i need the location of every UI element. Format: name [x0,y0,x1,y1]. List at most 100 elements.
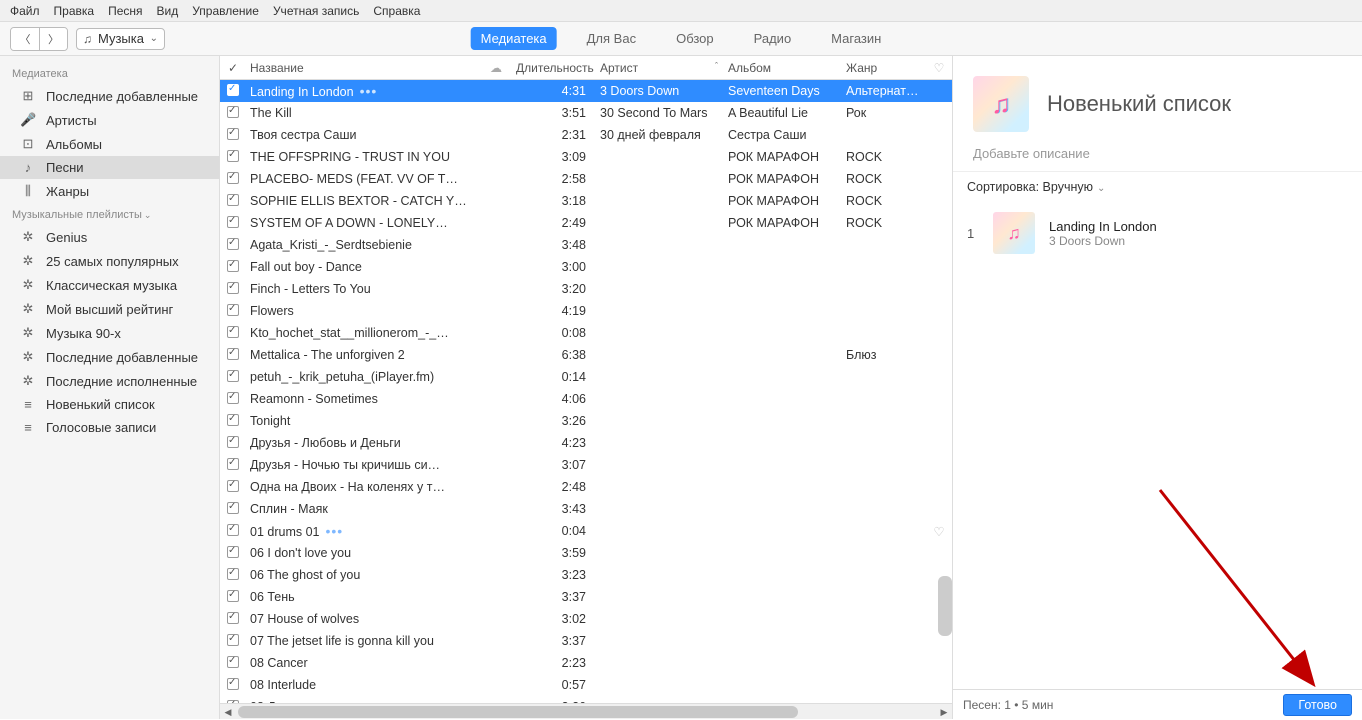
track-check[interactable] [220,480,246,495]
track-row[interactable]: Fall out boy - Dance3:00 [220,256,952,278]
track-row[interactable]: Mettalica - The unforgiven 26:38Блюз [220,344,952,366]
track-list[interactable]: Landing In London•••4:313 Doors DownSeve… [220,80,952,703]
track-check[interactable] [220,634,246,649]
track-row[interactable]: 07 House of wolves3:02 [220,608,952,630]
playlist-item[interactable]: 1♫Landing In London3 Doors Down [967,208,1348,258]
playlist-description[interactable]: Добавьте описание [953,146,1362,172]
track-row[interactable]: Reamonn - Sometimes4:06 [220,388,952,410]
menu-file[interactable]: Файл [10,4,40,18]
track-check[interactable] [220,656,246,671]
col-check[interactable]: ✓ [220,61,246,75]
track-row[interactable]: 08 Interlude0:57 [220,674,952,696]
col-heart-icon[interactable]: ♡ [926,61,952,75]
track-check[interactable] [220,458,246,473]
menu-edit[interactable]: Правка [54,4,95,18]
track-check[interactable] [220,502,246,517]
sidebar-item[interactable]: ✲25 самых популярных [0,249,219,273]
track-check[interactable] [220,128,246,143]
track-check[interactable] [220,414,246,429]
track-check[interactable] [220,106,246,121]
tab-store[interactable]: Магазин [821,27,891,50]
track-check[interactable] [220,216,246,231]
track-row[interactable]: Друзья - Любовь и Деньги4:23 [220,432,952,454]
sidebar-item[interactable]: ✲Мой высший рейтинг [0,297,219,321]
sort-selector[interactable]: Сортировка: Вручную⌄ [953,172,1362,202]
track-row[interactable]: Landing In London•••4:313 Doors DownSeve… [220,80,952,102]
track-row[interactable]: 01 drums 01•••0:04♡ [220,520,952,542]
playlist-artwork[interactable]: ♫ [973,76,1029,132]
track-row[interactable]: SOPHIE ELLIS BEXTOR - CATCH Y…3:18РОК МА… [220,190,952,212]
sidebar-item[interactable]: ⊡Альбомы [0,132,219,156]
col-cloud-icon[interactable]: ☁ [476,61,516,75]
track-row[interactable]: Agata_Kristi_-_Serdtsebienie3:48 [220,234,952,256]
scroll-thumb[interactable] [238,706,798,718]
track-row[interactable]: Kto_hochet_stat__millionerom_-_…0:08 [220,322,952,344]
track-check[interactable] [220,524,246,539]
track-row[interactable]: 06 Тень3:37 [220,586,952,608]
track-check[interactable] [220,84,246,99]
track-heart[interactable]: ♡ [926,524,952,539]
track-check[interactable] [220,590,246,605]
sidebar-item[interactable]: ⫼Жанры [0,179,219,203]
track-check[interactable] [220,546,246,561]
tab-library[interactable]: Медиатека [471,27,557,50]
scroll-left-icon[interactable]: ◀ [220,704,236,720]
sidebar-item[interactable]: ✲Классическая музыка [0,273,219,297]
sidebar-item[interactable]: 🎤Артисты [0,108,219,132]
track-row[interactable]: Твоя сестра Саши2:3130 дней февраляСестр… [220,124,952,146]
track-row[interactable]: 06 The ghost of you3:23 [220,564,952,586]
sidebar-item[interactable]: ≡Голосовые записи [0,416,219,439]
tab-browse[interactable]: Обзор [666,27,724,50]
sidebar-item[interactable]: ✲Музыка 90-х [0,321,219,345]
track-check[interactable] [220,150,246,165]
tab-for-you[interactable]: Для Вас [577,27,646,50]
track-check[interactable] [220,260,246,275]
track-check[interactable] [220,238,246,253]
track-row[interactable]: Tonight3:26 [220,410,952,432]
track-check[interactable] [220,348,246,363]
col-genre[interactable]: Жанр [842,61,926,75]
track-check[interactable] [220,568,246,583]
scroll-right-icon[interactable]: ▶ [936,704,952,720]
track-check[interactable] [220,678,246,693]
sidebar-item[interactable]: ⊞Последние добавленные [0,84,219,108]
track-row[interactable]: 06 I don't love you3:59 [220,542,952,564]
track-row[interactable]: SYSTEM OF A DOWN - LONELY…2:49РОК МАРАФО… [220,212,952,234]
menu-song[interactable]: Песня [108,4,142,18]
sidebar-item[interactable]: ✲Genius [0,225,219,249]
menu-help[interactable]: Справка [373,4,420,18]
playlist-title[interactable]: Новенький список [1047,91,1231,117]
forward-button[interactable]: 〉 [39,28,67,50]
category-select[interactable]: ♫ Музыка [76,28,165,50]
vertical-scrollbar[interactable] [938,576,952,636]
col-artist[interactable]: Артистˆ [596,61,724,75]
back-button[interactable]: 〈 [11,28,39,50]
track-row[interactable]: Одна на Двоих - На коленях у т…2:48 [220,476,952,498]
more-icon[interactable]: ••• [325,523,343,539]
menu-controls[interactable]: Управление [192,4,259,18]
track-row[interactable]: The Kill3:5130 Second To MarsA Beautiful… [220,102,952,124]
track-check[interactable] [220,304,246,319]
tab-radio[interactable]: Радио [744,27,802,50]
track-row[interactable]: 08 Дыши3:26 [220,696,952,703]
done-button[interactable]: Готово [1283,694,1352,716]
track-check[interactable] [220,612,246,627]
track-check[interactable] [220,172,246,187]
more-icon[interactable]: ••• [360,83,378,99]
horizontal-scrollbar[interactable]: ◀ ▶ [220,703,952,719]
track-row[interactable]: 08 Cancer2:23 [220,652,952,674]
track-check[interactable] [220,194,246,209]
track-row[interactable]: 07 The jetset life is gonna kill you3:37 [220,630,952,652]
sidebar-item[interactable]: ≡Новенький список [0,393,219,416]
track-check[interactable] [220,370,246,385]
track-check[interactable] [220,326,246,341]
track-check[interactable] [220,436,246,451]
sidebar-item[interactable]: ♪Песни [0,156,219,179]
track-row[interactable]: Finch - Letters To You3:20 [220,278,952,300]
track-row[interactable]: petuh_-_krik_petuha_(iPlayer.fm)0:14 [220,366,952,388]
track-row[interactable]: Flowers4:19 [220,300,952,322]
track-row[interactable]: Друзья - Ночью ты кричишь си…3:07 [220,454,952,476]
track-row[interactable]: PLACEBO- MEDS (FEAT. VV OF T…2:58РОК МАР… [220,168,952,190]
col-album[interactable]: Альбом [724,61,842,75]
track-check[interactable] [220,282,246,297]
